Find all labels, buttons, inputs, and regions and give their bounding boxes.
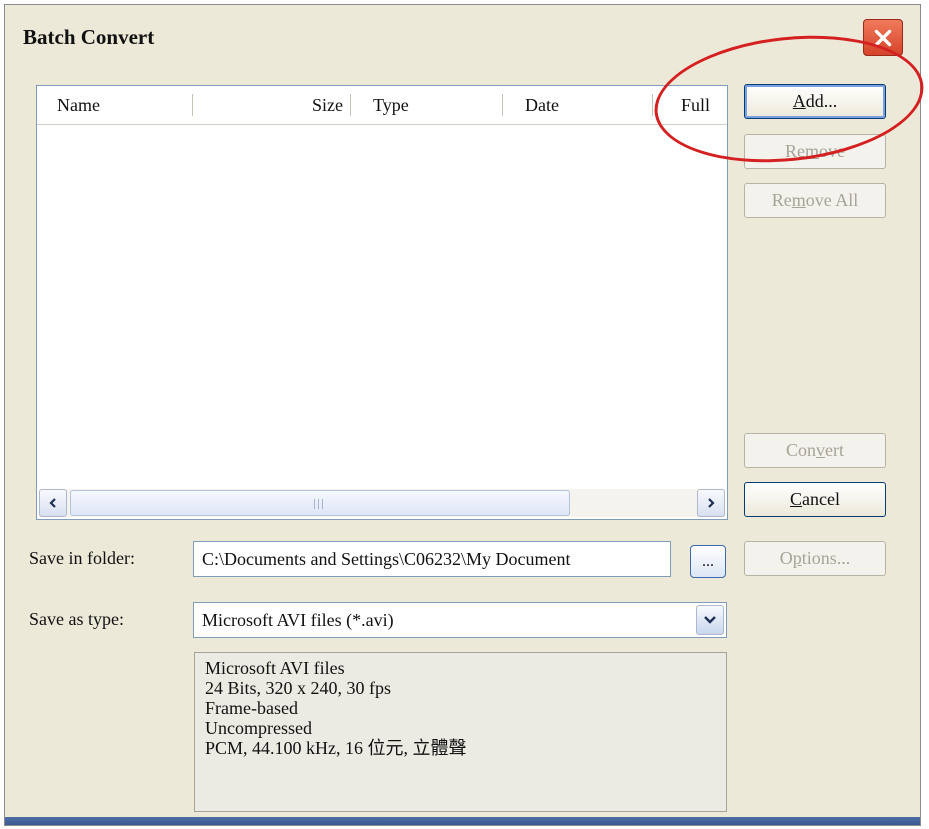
file-list[interactable]: Name Size Type Date Full: [36, 85, 728, 520]
chevron-right-icon: [708, 498, 715, 508]
column-header-full[interactable]: Full: [653, 86, 727, 124]
description-line: PCM, 44.100 kHz, 16 位元, 立體聲: [205, 738, 467, 758]
batch-convert-dialog: Batch Convert Name Size Type Date Full A…: [4, 4, 921, 826]
scroll-right-button[interactable]: [697, 489, 725, 517]
remove-all-button-label: Remove All: [771, 190, 859, 210]
description-line: 24 Bits, 320 x 240, 30 fps: [205, 678, 392, 698]
browse-folder-button[interactable]: ...: [690, 545, 726, 578]
column-header-date[interactable]: Date: [503, 86, 653, 124]
browse-button-label: ...: [702, 552, 714, 570]
horizontal-scrollbar[interactable]: [39, 489, 725, 517]
close-icon: [874, 29, 892, 46]
save-folder-field[interactable]: C:\Documents and Settings\C06232\My Docu…: [193, 541, 671, 577]
dialog-title: Batch Convert: [23, 25, 155, 49]
remove-all-button[interactable]: Remove All: [744, 183, 886, 218]
scroll-left-button[interactable]: [39, 489, 67, 517]
chevron-down-icon: [704, 616, 716, 624]
save-type-select[interactable]: Microsoft AVI files (*.avi): [193, 602, 727, 638]
save-type-label: Save as type:: [29, 609, 124, 629]
column-header-size[interactable]: Size: [193, 86, 351, 124]
description-line: Frame-based: [205, 698, 298, 718]
convert-button-label: Convert: [786, 440, 844, 460]
list-header: Name Size Type Date Full: [37, 86, 727, 125]
description-line: Microsoft AVI files: [205, 658, 345, 678]
options-button[interactable]: Options...: [744, 541, 886, 576]
dropdown-button[interactable]: [696, 605, 724, 635]
cancel-button-label: Cancel: [790, 489, 840, 509]
window-bottom-edge: [5, 817, 920, 825]
save-type-value: Microsoft AVI files (*.avi): [202, 610, 394, 630]
save-folder-label: Save in folder:: [29, 548, 135, 568]
grip-icon: [314, 499, 326, 509]
close-button[interactable]: [863, 19, 903, 56]
remove-button-label: Remove: [784, 141, 845, 161]
format-description: Microsoft AVI files 24 Bits, 320 x 240, …: [194, 652, 727, 812]
remove-button[interactable]: Remove: [744, 134, 886, 169]
add-button[interactable]: Add...: [744, 84, 886, 119]
scroll-thumb[interactable]: [70, 490, 570, 516]
description-line: Uncompressed: [205, 718, 312, 738]
cancel-button[interactable]: Cancel: [744, 482, 886, 517]
column-header-type[interactable]: Type: [351, 86, 503, 124]
column-header-name[interactable]: Name: [37, 86, 193, 124]
add-button-label: Add...: [792, 91, 838, 111]
convert-button[interactable]: Convert: [744, 433, 886, 468]
options-button-label: Options...: [779, 548, 851, 568]
chevron-left-icon: [49, 498, 56, 508]
